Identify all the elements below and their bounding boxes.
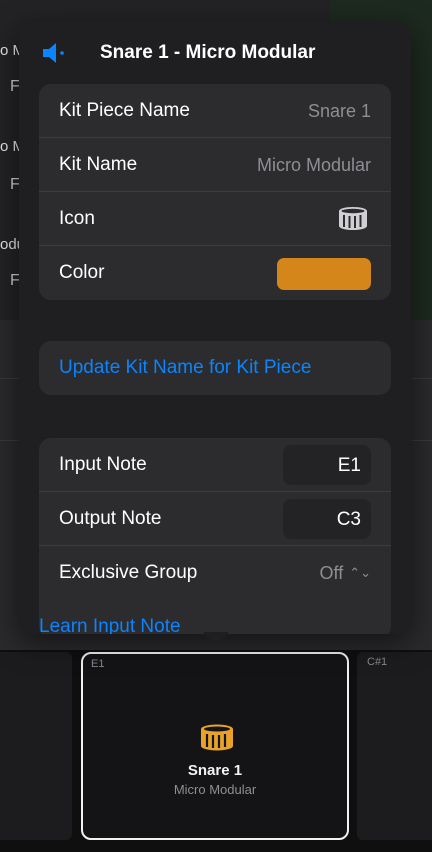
exclusive-group-selection: Off: [319, 563, 344, 583]
kit-piece-name-label: Kit Piece Name: [59, 100, 190, 121]
exclusive-group-value[interactable]: Off ⌃⌄: [320, 563, 371, 584]
popover-header: Snare 1 - Micro Modular: [19, 38, 411, 68]
kit-name-value[interactable]: Micro Modular: [257, 155, 371, 176]
pad-note-label: E1: [91, 658, 105, 670]
kit-piece-settings: Kit Piece Name Snare 1 Kit Name Micro Mo…: [39, 84, 391, 300]
drum-pad-right[interactable]: C#1: [357, 652, 432, 840]
drum-pad-left[interactable]: [0, 652, 72, 840]
pad-name: Snare 1: [187, 762, 243, 779]
exclusive-group-label: Exclusive Group: [59, 562, 198, 583]
kit-piece-name-row[interactable]: Kit Piece Name Snare 1: [39, 84, 391, 138]
input-note-field[interactable]: E1: [283, 445, 371, 485]
input-note-label: Input Note: [59, 454, 147, 475]
color-swatch[interactable]: [277, 258, 371, 290]
update-kit-name-label: Update Kit Name for Kit Piece: [59, 357, 312, 378]
kit-name-row[interactable]: Kit Name Micro Modular: [39, 138, 391, 192]
snare-drum-icon: [201, 724, 233, 751]
kit-piece-popover: Snare 1 - Micro Modular Kit Piece Name S…: [19, 22, 411, 634]
speaker-icon[interactable]: [41, 40, 69, 66]
pad-kit-name: Micro Modular: [173, 782, 257, 797]
drum-pad-selected[interactable]: E1 Snare 1 Micro Modular: [81, 652, 349, 840]
update-kit-name-button[interactable]: Update Kit Name for Kit Piece: [39, 341, 391, 395]
learn-input-note-link[interactable]: Learn Input Note: [39, 616, 181, 634]
icon-row[interactable]: Icon: [39, 192, 391, 246]
output-note-value: C3: [336, 509, 361, 530]
icon-label: Icon: [59, 208, 95, 229]
popover-title: Snare 1 - Micro Modular: [100, 42, 316, 63]
output-note-field[interactable]: C3: [283, 499, 371, 539]
input-note-row: Input Note E1: [39, 438, 391, 492]
note-settings: Input Note E1 Output Note C3 Exclusive G…: [39, 438, 391, 634]
color-row[interactable]: Color: [39, 246, 391, 300]
input-note-value: E1: [337, 455, 361, 476]
snare-drum-icon[interactable]: [337, 205, 369, 233]
pad-note-label: C#1: [367, 656, 388, 668]
popover-arrow: [203, 632, 229, 645]
exclusive-group-row[interactable]: Exclusive Group Off ⌃⌄: [39, 546, 391, 600]
kit-name-label: Kit Name: [59, 154, 138, 175]
color-label: Color: [59, 262, 105, 283]
output-note-label: Output Note: [59, 508, 162, 529]
output-note-row: Output Note C3: [39, 492, 391, 546]
kit-piece-name-value[interactable]: Snare 1: [308, 101, 371, 122]
chevron-up-down-icon: ⌃⌄: [349, 565, 371, 580]
